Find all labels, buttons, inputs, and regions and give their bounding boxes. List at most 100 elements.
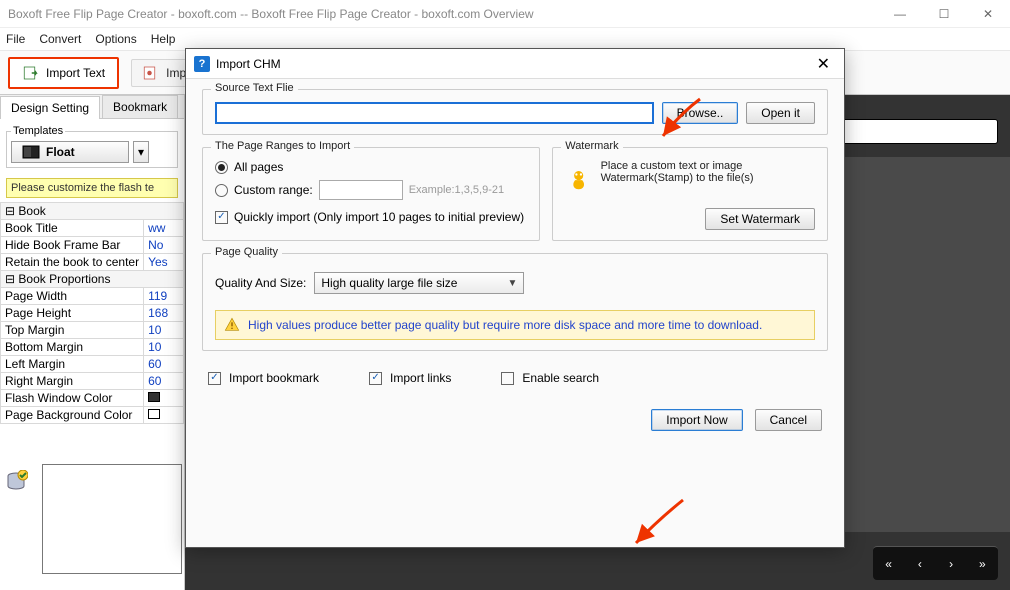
page-ranges-label: The Page Ranges to Import <box>211 140 354 152</box>
prop-key[interactable]: Flash Window Color <box>1 390 144 407</box>
prop-key[interactable]: Top Margin <box>1 322 144 339</box>
nav-first-button[interactable]: « <box>879 557 899 571</box>
set-watermark-button[interactable]: Set Watermark <box>705 208 815 230</box>
source-label: Source Text Flie <box>211 82 298 94</box>
minimize-button[interactable]: — <box>878 0 922 28</box>
prop-val[interactable]: Yes <box>144 254 184 271</box>
radio-icon <box>215 161 228 174</box>
import-links-checkbox[interactable]: Import links <box>369 371 451 385</box>
templates-label: Templates <box>11 125 65 137</box>
dialog-close-button[interactable]: ✕ <box>811 54 836 74</box>
dialog-title: Import CHM <box>216 57 281 71</box>
watermark-icon <box>565 160 592 198</box>
nav-last-button[interactable]: » <box>972 557 992 571</box>
import-other-icon <box>142 64 160 82</box>
import-bookmark-checkbox[interactable]: Import bookmark <box>208 371 319 385</box>
templates-fieldset: Templates Float ▾ <box>6 125 178 168</box>
template-float-button[interactable]: Float <box>11 141 129 163</box>
enable-search-label: Enable search <box>522 371 599 385</box>
prop-key[interactable]: Left Margin <box>1 356 144 373</box>
radio-icon <box>215 184 228 197</box>
menubar: File Convert Options Help <box>0 28 1010 50</box>
preview-thumbnail[interactable] <box>42 464 182 574</box>
customize-notice: Please customize the flash te <box>6 178 178 198</box>
menu-options[interactable]: Options <box>95 32 136 46</box>
import-links-label: Import links <box>390 371 451 385</box>
prop-val[interactable]: ww <box>144 220 184 237</box>
checkbox-icon <box>215 211 228 224</box>
quality-select[interactable]: High quality large file size ▼ <box>314 272 524 294</box>
prop-val[interactable]: 60 <box>144 373 184 390</box>
prop-key[interactable]: Hide Book Frame Bar <box>1 237 144 254</box>
browse-button[interactable]: Browse.. <box>662 102 739 124</box>
book-icon <box>22 145 40 159</box>
prop-val-color[interactable] <box>144 407 184 424</box>
window-title: Boxoft Free Flip Page Creator - boxoft.c… <box>8 7 878 21</box>
prop-val[interactable]: 10 <box>144 322 184 339</box>
custom-range-radio[interactable]: Custom range: Example:1,3,5,9-21 <box>215 180 527 200</box>
property-grid[interactable]: ⊟ Book Book Titleww Hide Book Frame BarN… <box>0 202 184 424</box>
template-dropdown-button[interactable]: ▾ <box>133 141 149 163</box>
prop-group-book[interactable]: ⊟ Book <box>1 203 184 220</box>
import-other-label: Imp <box>166 66 186 80</box>
import-chm-dialog: ? Import CHM ✕ Source Text Flie Browse..… <box>185 48 845 548</box>
maximize-button[interactable]: ☐ <box>922 0 966 28</box>
search-box[interactable] <box>838 119 998 144</box>
chevron-down-icon: ▼ <box>507 278 517 289</box>
all-pages-label: All pages <box>234 160 283 174</box>
enable-search-checkbox[interactable]: Enable search <box>501 371 599 385</box>
import-text-label: Import Text <box>46 66 105 80</box>
page-quality-label: Page Quality <box>211 246 282 258</box>
search-input[interactable] <box>845 125 991 139</box>
quality-select-value: High quality large file size <box>321 276 457 290</box>
quality-info: High values produce better page quality … <box>215 310 815 340</box>
dialog-icon: ? <box>194 56 210 72</box>
close-button[interactable]: ✕ <box>966 0 1010 28</box>
watermark-fs-label: Watermark <box>561 140 622 152</box>
prop-group-proportions[interactable]: ⊟ Book Proportions <box>1 271 184 288</box>
prop-key[interactable]: Book Title <box>1 220 144 237</box>
menu-convert[interactable]: Convert <box>39 32 81 46</box>
prop-val[interactable]: 119 <box>144 288 184 305</box>
prop-key[interactable]: Right Margin <box>1 373 144 390</box>
database-icon[interactable] <box>4 470 28 494</box>
page-nav: « ‹ › » <box>873 546 998 580</box>
import-now-button[interactable]: Import Now <box>651 409 742 431</box>
open-it-button[interactable]: Open it <box>746 102 815 124</box>
all-pages-radio[interactable]: All pages <box>215 160 527 174</box>
nav-prev-button[interactable]: ‹ <box>910 557 930 571</box>
page-ranges-fieldset: The Page Ranges to Import All pages Cust… <box>202 147 540 241</box>
prop-key[interactable]: Bottom Margin <box>1 339 144 356</box>
prop-val[interactable]: 60 <box>144 356 184 373</box>
quality-info-text: High values produce better page quality … <box>248 318 762 332</box>
page-quality-fieldset: Page Quality Quality And Size: High qual… <box>202 253 828 351</box>
template-float-label: Float <box>46 145 75 159</box>
prop-val[interactable]: No <box>144 237 184 254</box>
prop-key[interactable]: Page Height <box>1 305 144 322</box>
menu-help[interactable]: Help <box>151 32 176 46</box>
source-file-input[interactable] <box>215 102 654 124</box>
checkbox-icon <box>501 372 514 385</box>
prop-val-color[interactable] <box>144 390 184 407</box>
prop-val[interactable]: 10 <box>144 339 184 356</box>
custom-range-example: Example:1,3,5,9-21 <box>409 184 504 196</box>
quickly-import-checkbox[interactable]: Quickly import (Only import 10 pages to … <box>215 210 527 224</box>
prop-val[interactable]: 168 <box>144 305 184 322</box>
prop-key[interactable]: Retain the book to center <box>1 254 144 271</box>
cancel-button[interactable]: Cancel <box>755 409 822 431</box>
source-fieldset: Source Text Flie Browse.. Open it <box>202 89 828 135</box>
watermark-fieldset: Watermark Place a custom text or image W… <box>552 147 828 241</box>
import-text-button[interactable]: Import Text <box>8 57 119 89</box>
watermark-text: Place a custom text or image Watermark(S… <box>601 160 815 184</box>
import-bookmark-label: Import bookmark <box>229 371 319 385</box>
tab-design-setting[interactable]: Design Setting <box>0 96 100 119</box>
nav-next-button[interactable]: › <box>941 557 961 571</box>
menu-file[interactable]: File <box>6 32 25 46</box>
custom-range-input[interactable] <box>319 180 403 200</box>
checkbox-icon <box>208 372 221 385</box>
custom-range-label: Custom range: <box>234 183 313 197</box>
tab-bookmark[interactable]: Bookmark <box>102 95 178 118</box>
import-text-icon <box>22 64 40 82</box>
prop-key[interactable]: Page Width <box>1 288 144 305</box>
prop-key[interactable]: Page Background Color <box>1 407 144 424</box>
